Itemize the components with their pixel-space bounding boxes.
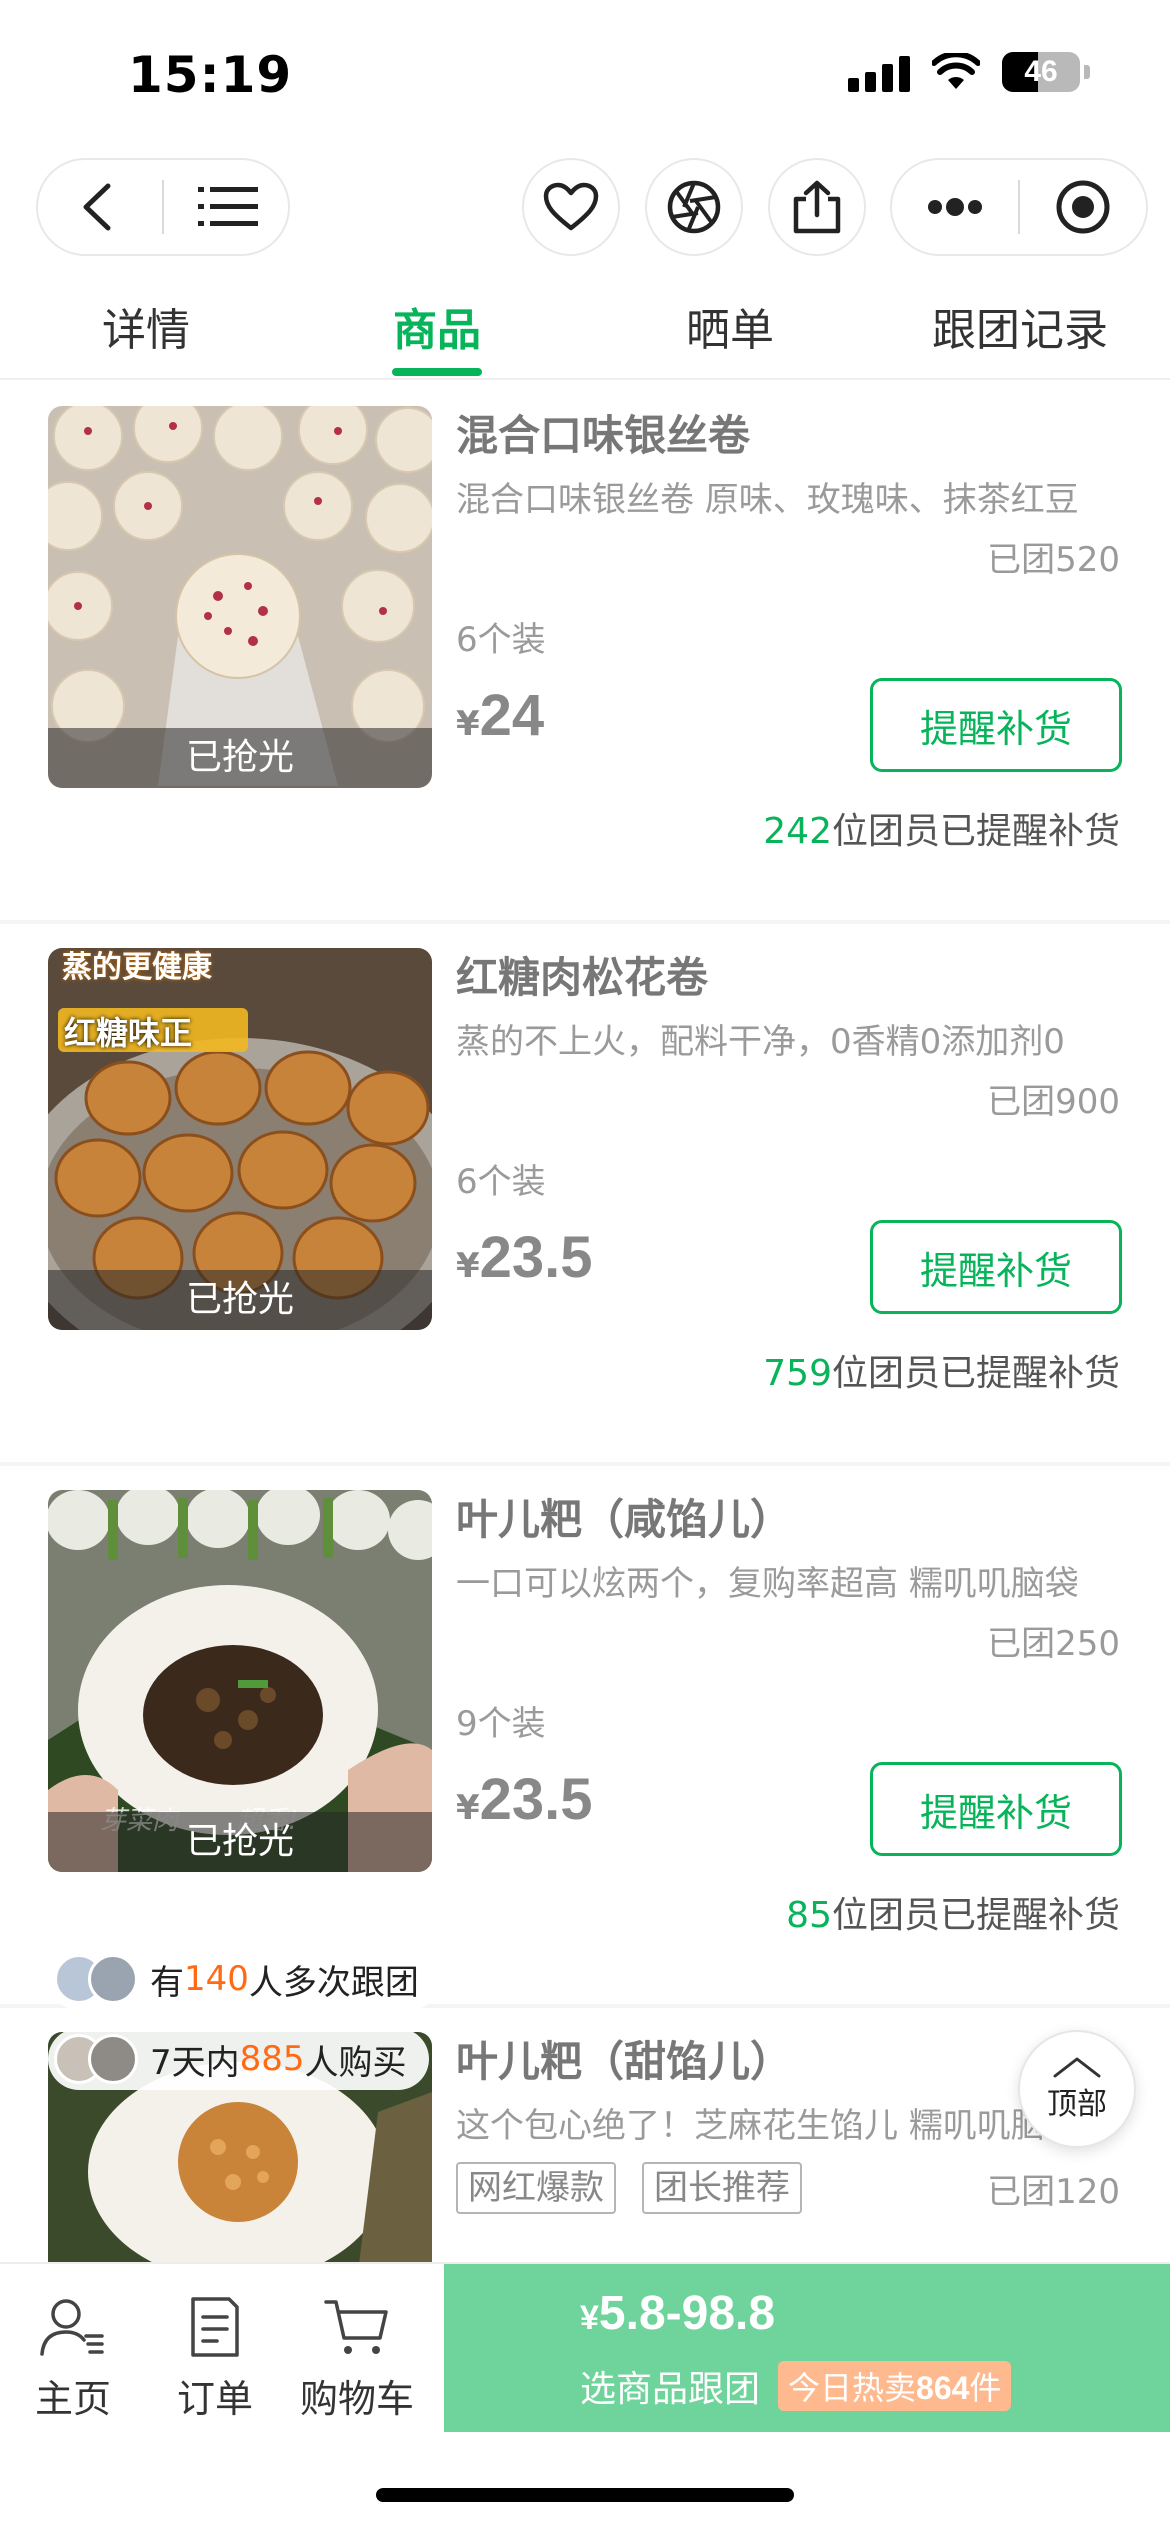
avatar-group [54, 2034, 138, 2084]
battery-icon: 46 [1002, 52, 1080, 92]
active-tab-indicator [392, 368, 482, 376]
avatar-group [54, 1954, 138, 2004]
more-button[interactable] [892, 159, 1018, 255]
bottom-bar: 主页 订单 购物车 ¥5.8-98.8 选商品跟团 今日热卖864件 [0, 2262, 1170, 2432]
battery-level: 46 [1024, 55, 1058, 88]
remind-count: 242位团员已提醒补货 [763, 811, 1120, 852]
product-title[interactable]: 混合口味银丝卷 [456, 402, 750, 463]
product-title[interactable]: 红糖肉松花卷 [456, 944, 708, 1005]
tab-products[interactable]: 商品 [393, 294, 481, 358]
nav-cart[interactable]: 购物车 [292, 2292, 422, 2423]
remind-count: 85位团员已提醒补货 [786, 1895, 1120, 1936]
remind-restock-button[interactable]: 提醒补货 [870, 1220, 1122, 1314]
product-image: 芽菜肉 超香! 已抢光 [48, 1490, 432, 1872]
product-image: 蒸的更健康 红糖味正 已抢光 [48, 948, 432, 1330]
remind-restock-button[interactable]: 提醒补货 [870, 1762, 1122, 1856]
image-caption: 红糖味正 [64, 1014, 193, 1052]
nav-capsule-left [36, 158, 290, 256]
status-bar: 15:19 46 [0, 0, 1170, 150]
back-button[interactable] [38, 159, 158, 255]
tab-details[interactable]: 详情 [102, 294, 190, 358]
list-icon [197, 187, 258, 226]
product-price: ¥24 [456, 683, 545, 748]
product-description: 这个包心绝了！芝麻花生馅儿 糯叽叽脑袋 [456, 2106, 1056, 2146]
join-group-label: 选商品跟团 今日热卖864件 [580, 2360, 1012, 2412]
nav-home[interactable]: 主页 [8, 2292, 138, 2423]
product-price: ¥23.5 [456, 1225, 593, 1290]
top-nav [0, 158, 1170, 258]
signal-icon [848, 52, 910, 92]
join-group-button[interactable]: ¥5.8-98.8 选商品跟团 今日热卖864件 [444, 2264, 1170, 2432]
soldout-label: 已抢光 [48, 728, 432, 788]
product-description: 混合口味银丝卷 原味、玫瑰味、抹茶红豆 [456, 480, 1079, 520]
repeat-buyers-badge: 有 140 人多次跟团 [48, 1948, 441, 2010]
target-icon [1056, 180, 1110, 234]
nav-orders-label: 订单 [176, 2377, 253, 2421]
user-icon [40, 2299, 104, 2356]
shutter-button[interactable] [645, 158, 743, 256]
avatar [88, 2034, 138, 2084]
more-icon [928, 198, 982, 216]
nav-capsule-right [890, 158, 1148, 256]
product-description: 蒸的不上火，配料干净，0香精0添加剂0 [456, 1022, 1065, 1062]
nav-cart-label: 购物车 [299, 2377, 414, 2421]
joined-count: 已团900 [987, 1082, 1120, 1122]
aperture-icon [667, 180, 721, 234]
status-icons: 46 [848, 52, 1090, 92]
hot-sales-badge: 今日热卖864件 [778, 2361, 1012, 2411]
share-button[interactable] [768, 158, 866, 256]
pack-size: 6个装 [456, 620, 546, 660]
pack-size: 6个装 [456, 1162, 546, 1202]
close-miniprogram-button[interactable] [1020, 159, 1146, 255]
pack-size: 9个装 [456, 1704, 546, 1744]
order-icon [191, 2297, 239, 2357]
product-title[interactable]: 叶儿粑（咸馅儿） [456, 1486, 792, 1547]
heart-icon [543, 182, 599, 231]
product-image: 已抢光 [48, 406, 432, 788]
tag-badge: 网红爆款 [456, 2162, 616, 2214]
product-price: ¥23.5 [456, 1767, 593, 1832]
product-card[interactable]: 蒸的更健康 红糖味正 已抢光 红糖肉松花卷 蒸的不上火，配料干净，0香精0添加剂… [0, 924, 1170, 1466]
nav-home-label: 主页 [34, 2377, 111, 2421]
weekly-buyers-badge: 7天内 885 人购买 [48, 2028, 429, 2090]
tab-reviews[interactable]: 晒单 [686, 294, 774, 358]
image-caption-top: 蒸的更健康 [62, 950, 212, 985]
joined-count: 已团250 [987, 1624, 1120, 1664]
product-card[interactable]: 已抢光 混合口味银丝卷 混合口味银丝卷 原味、玫瑰味、抹茶红豆 已团520 6个… [0, 382, 1170, 924]
favorite-button[interactable] [522, 158, 620, 256]
product-card[interactable]: 芽菜肉 超香! 已抢光 叶儿粑（咸馅儿） 一口可以炫两个，复购率超高 糯叽叽脑袋… [0, 1466, 1170, 2008]
wifi-icon [932, 53, 980, 89]
tab-bar: 详情 商品 晒单 跟团记录 [0, 280, 1170, 380]
avatar [88, 1954, 138, 2004]
status-time: 15:19 [128, 46, 293, 104]
price-range: ¥5.8-98.8 [580, 2287, 776, 2340]
remind-count: 759位团员已提醒补货 [763, 1353, 1120, 1394]
back-icon [83, 183, 111, 231]
nav-orders[interactable]: 订单 [150, 2292, 280, 2423]
cart-icon [324, 2300, 388, 2354]
joined-count: 已团520 [987, 540, 1120, 580]
soldout-label: 已抢光 [48, 1270, 432, 1330]
home-indicator [376, 2488, 794, 2502]
share-icon [793, 180, 841, 234]
soldout-label: 已抢光 [48, 1812, 432, 1872]
chevron-up-icon [1053, 2057, 1101, 2078]
product-description: 一口可以炫两个，复购率超高 糯叽叽脑袋 [456, 1564, 1079, 1604]
back-to-top-label: 顶部 [1047, 2087, 1107, 2122]
product-title[interactable]: 叶儿粑（甜馅儿） [456, 2028, 792, 2089]
remind-restock-button[interactable]: 提醒补货 [870, 678, 1122, 772]
back-to-top-button[interactable]: 顶部 [1018, 2030, 1136, 2148]
joined-count: 已团120 [987, 2172, 1120, 2212]
tag-badge: 团长推荐 [642, 2162, 802, 2214]
menu-list-button[interactable] [168, 159, 288, 255]
tab-group-records[interactable]: 跟团记录 [932, 294, 1108, 358]
